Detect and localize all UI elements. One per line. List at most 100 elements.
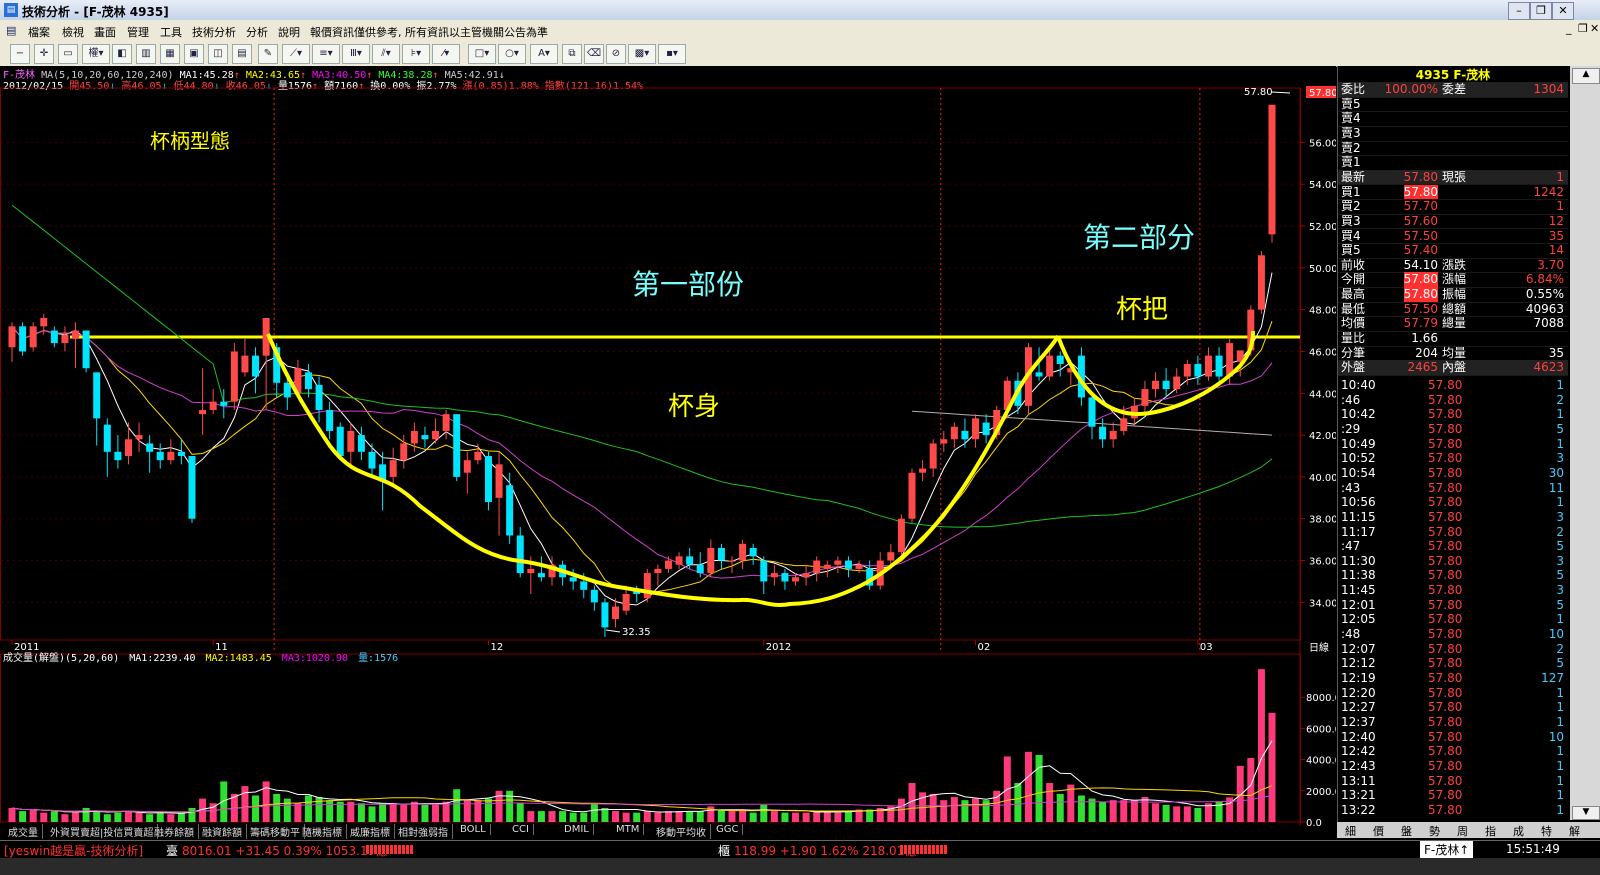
tick-price: 57.80 — [1428, 671, 1463, 685]
tab-dmil[interactable]: DMIL — [560, 824, 594, 835]
chart-area[interactable]: F-茂林 MA(5,10,20,60,120,240) MA1:45.28↑ M… — [0, 66, 1336, 840]
candle-body — [781, 573, 789, 582]
menu-analysis[interactable]: 分析 — [246, 24, 268, 40]
draw-ellipse-icon[interactable]: ○▾ — [498, 44, 526, 64]
tab-cci[interactable]: CCI — [508, 824, 534, 835]
grid-icon[interactable]: ▦ — [160, 44, 180, 64]
compare-icon[interactable]: ▤ — [232, 44, 252, 64]
qtab-book[interactable]: 盤 — [1401, 823, 1412, 839]
period-label[interactable]: 日線 — [1309, 641, 1329, 654]
tab-williams[interactable]: 威廉指標 — [346, 824, 395, 839]
twse-label: 臺 — [166, 844, 179, 858]
tab-ggc[interactable]: GGC — [712, 824, 744, 835]
tick-time: 12:19 — [1341, 671, 1376, 685]
volume-bar — [664, 811, 672, 822]
scroll-down-icon[interactable]: ▼ — [1572, 806, 1600, 820]
volume-bar — [548, 811, 556, 822]
layout-icon[interactable]: ▭ — [58, 44, 78, 64]
eraser-icon[interactable]: ⌫ — [584, 44, 604, 64]
weight-dropdown[interactable]: 權▾ — [82, 44, 110, 64]
tick-price: 57.80 — [1428, 392, 1463, 407]
palette-icon[interactable]: ▩▾ — [628, 44, 656, 64]
menu-view[interactable]: 檢視 — [62, 24, 84, 40]
price-volume-chart[interactable]: 杯柄型態 第一部份 第二部分 杯身 杯把 57.80 32.35 57.80 5… — [0, 66, 1336, 840]
save-icon[interactable]: ▪▾ — [658, 44, 686, 64]
tab-kd[interactable]: 隨機指標 — [298, 824, 347, 839]
qtab-special[interactable]: 特 — [1541, 823, 1552, 839]
draw-fib-icon[interactable]: ⊧▾ — [402, 44, 430, 64]
draw-rect-icon[interactable]: □▾ — [468, 44, 496, 64]
tab-rsi[interactable]: 相對強弱指 — [394, 824, 453, 839]
volume-bar — [400, 804, 408, 822]
draw-level-icon[interactable]: ≡▾ — [312, 44, 340, 64]
tick-time: 11:17 — [1341, 524, 1376, 539]
menu-file[interactable]: 檔案 — [28, 24, 50, 40]
price-tick-label: 46.00 — [1309, 347, 1336, 358]
menu-help[interactable]: 說明 — [278, 24, 300, 40]
mdi-restore-icon[interactable]: ❐ — [1578, 22, 1588, 35]
quote-row: 均價 57.79 總量 7088 — [1338, 316, 1568, 332]
scroll-up-icon[interactable]: ▲ — [1572, 68, 1600, 84]
window-icon[interactable]: ▣ — [184, 44, 204, 64]
tick-volume: 10 — [1548, 729, 1564, 744]
zoom-out-icon[interactable]: − — [10, 44, 30, 64]
qtab-price[interactable]: 價 — [1373, 823, 1384, 839]
quote-label: 賣3 — [1341, 125, 1361, 140]
quote-value: 2465 — [1407, 360, 1438, 375]
mdi-close-icon[interactable]: ✕ — [1590, 22, 1599, 35]
mdi-minimize-icon[interactable]: _ — [1566, 22, 1572, 35]
volume-bar — [590, 803, 598, 822]
candle-body — [177, 451, 185, 456]
tick-volume: 1 — [1556, 773, 1564, 788]
qtab-week[interactable]: 周 — [1457, 823, 1468, 839]
qtab-trend[interactable]: 勢 — [1429, 823, 1440, 839]
cup-annotation: 杯身 — [668, 392, 720, 422]
copy-icon[interactable]: ⧉ — [562, 44, 582, 64]
tab-short-balance[interactable]: 融券餘額 — [150, 824, 199, 839]
crosshair-icon[interactable]: ✛ — [34, 44, 54, 64]
lock-icon[interactable]: ⊘ — [606, 44, 626, 64]
tick-price: 57.80 — [1428, 714, 1463, 729]
restore-button[interactable]: ❐ — [1530, 2, 1552, 20]
qtab-volume[interactable]: 成 — [1513, 823, 1524, 839]
tab-margin-balance[interactable]: 融資餘額 — [198, 824, 247, 839]
tick-price: 57.80 — [1428, 568, 1463, 583]
tab-boll[interactable]: BOLL — [456, 824, 491, 835]
tick-row: :47 57.80 5 — [1338, 539, 1568, 554]
qtab-explain[interactable]: 解 — [1569, 823, 1580, 839]
candle-body — [336, 426, 344, 456]
tick-time: 11:15 — [1341, 509, 1376, 524]
draw-text-icon[interactable]: A▾ — [530, 44, 558, 64]
tab-foreign-trust[interactable]: 外資買賣超|投信買賣超 — [46, 824, 159, 839]
chart-style-icon[interactable]: ▥ — [136, 44, 156, 64]
tab-ma-close[interactable]: 移動平均收 — [652, 824, 711, 839]
close-button[interactable]: ✕ — [1552, 2, 1574, 20]
tick-price: 57.80 — [1428, 524, 1463, 539]
candle-body — [252, 355, 260, 377]
draw-line-icon[interactable]: ⟋▾ — [282, 44, 310, 64]
price-tick-label: 44.00 — [1309, 389, 1336, 400]
tick-time: :48 — [1341, 627, 1361, 642]
menu-tools[interactable]: 工具 — [160, 24, 182, 40]
draw-fan-icon[interactable]: ⫽▾ — [372, 44, 400, 64]
child-window-icon[interactable]: ▤ — [6, 24, 16, 37]
draw-pen-icon[interactable]: ✎ — [258, 44, 278, 64]
tab-chip-ma[interactable]: 籌碼移動平 — [246, 824, 305, 839]
minimize-button[interactable]: – — [1508, 2, 1530, 20]
tab-volume[interactable]: 成交量 — [4, 824, 43, 839]
stock-indicator[interactable]: F-茂林↑ — [1420, 841, 1474, 858]
draw-channel-icon[interactable]: ⁄▾ — [432, 44, 460, 64]
quote-scrollbar[interactable]: ▲ ▼ — [1570, 66, 1600, 820]
qtab-detail[interactable]: 細 — [1345, 823, 1356, 839]
split-icon[interactable]: ◫ — [208, 44, 228, 64]
color-mode-icon[interactable]: ◧ — [112, 44, 132, 64]
draw-bars-icon[interactable]: Ⅲ▾ — [342, 44, 370, 64]
tick-row: :43 57.80 11 — [1338, 481, 1568, 496]
menu-technical-analysis[interactable]: 技術分析 — [192, 24, 236, 40]
menu-manage[interactable]: 管理 — [127, 24, 149, 40]
menu-screen[interactable]: 畫面 — [94, 24, 116, 40]
candle-body — [1215, 355, 1223, 377]
quote-label: 最低 — [1341, 301, 1366, 316]
qtab-index[interactable]: 指 — [1485, 823, 1496, 839]
tab-mtm[interactable]: MTM — [612, 824, 645, 835]
